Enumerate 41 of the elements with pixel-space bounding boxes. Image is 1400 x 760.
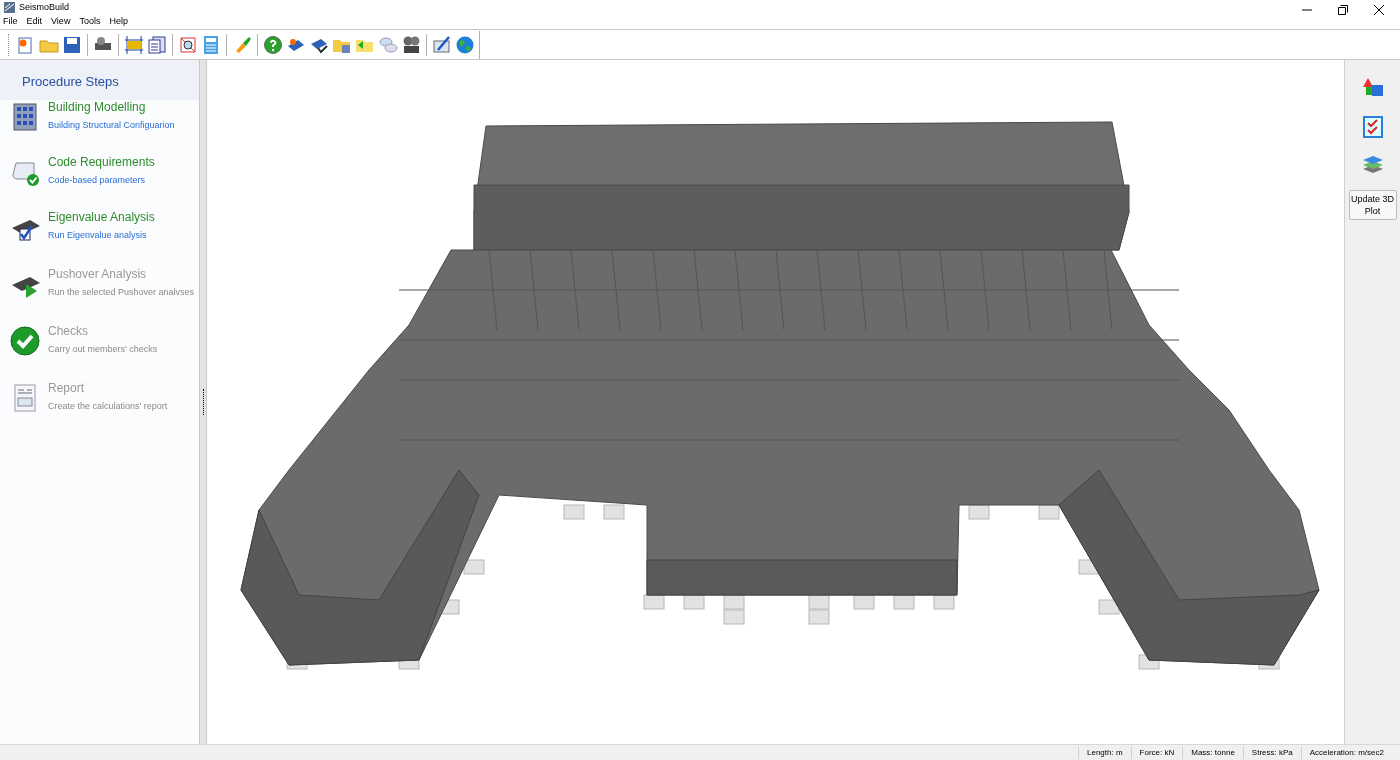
menu-item[interactable]: Edit: [26, 15, 43, 29]
status-field: Length: m: [1078, 746, 1131, 759]
status-field: Acceleration: m/sec2: [1300, 746, 1392, 759]
step-description: Carry out members' checks: [48, 342, 158, 355]
step-title[interactable]: Building Modelling: [48, 99, 175, 115]
panel-title: Procedure Steps: [0, 60, 200, 100]
menu-item[interactable]: View: [51, 15, 71, 29]
step-description: Create the calculations' report: [48, 399, 168, 412]
menu-item[interactable]: File: [3, 15, 18, 29]
step-description[interactable]: Run Eigenvalue analysis: [48, 228, 155, 241]
shapes-icon[interactable]: [1361, 77, 1384, 99]
window-title: SeismoBuild: [19, 0, 70, 14]
model-magnifier-icon[interactable]: [178, 34, 198, 55]
step-description: Run the selected Pushover analvses: [48, 285, 195, 298]
step-title: Checks: [48, 323, 89, 339]
check-circle-icon: [10, 325, 40, 356]
restore-icon[interactable]: [1338, 4, 1348, 15]
building-icon: [10, 101, 40, 132]
documents-icon[interactable]: [147, 34, 167, 55]
globe-icon[interactable]: [455, 34, 475, 55]
menu-item[interactable]: Tools: [79, 15, 101, 29]
step-title[interactable]: Eigenvalue Analysis: [48, 209, 155, 225]
close-icon[interactable]: [1374, 4, 1384, 15]
envelope-pen-icon[interactable]: [432, 34, 452, 55]
menu-item[interactable]: Help: [109, 15, 128, 29]
calculator-icon[interactable]: [201, 34, 221, 55]
update-3d-plot-button[interactable]: Update 3D Plot: [1348, 190, 1397, 220]
status-field: Stress: kPa: [1242, 746, 1301, 759]
save-icon[interactable]: [62, 34, 82, 55]
layers-icon[interactable]: [1361, 155, 1384, 173]
frame-icon[interactable]: [124, 34, 144, 55]
status-field: Force: kN: [1130, 746, 1183, 759]
step-description[interactable]: Code-based parameters: [48, 173, 155, 186]
step-description[interactable]: Building Structural Configuarion: [48, 118, 175, 131]
step-title: Pushover Analysis: [48, 266, 148, 282]
step-title: Report: [48, 380, 86, 396]
status-field: Mass: tonne: [1182, 746, 1243, 759]
step-title[interactable]: Code Requirements: [48, 154, 155, 170]
checklist-icon[interactable]: [1362, 116, 1383, 138]
app-logo-icon: [4, 2, 15, 13]
help-icon[interactable]: [263, 34, 283, 55]
